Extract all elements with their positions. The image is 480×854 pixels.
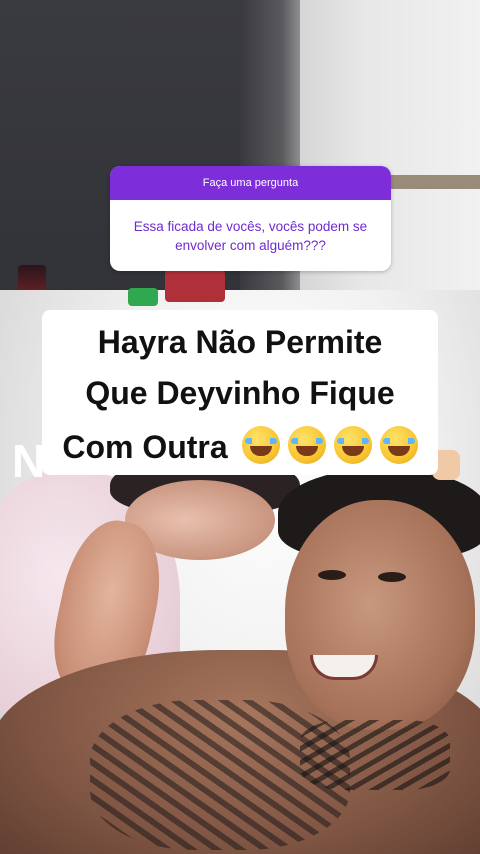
question-sticker[interactable]: Faça uma pergunta Essa ficada de vocês, …	[110, 166, 391, 271]
shelf	[380, 175, 480, 189]
caption-overlay: Hayra Não Permite Que Deyvinho Fique Com…	[42, 310, 438, 475]
caption-line-3: Com Outra	[62, 429, 228, 465]
laughing-emoji-icon	[379, 426, 418, 464]
emoji-row	[234, 426, 418, 466]
eye-right	[378, 572, 406, 582]
red-box	[165, 270, 225, 302]
laughing-emoji-icon	[333, 426, 372, 464]
neck-tattoo	[300, 720, 450, 790]
person-face-2	[285, 500, 475, 730]
question-text: Essa ficada de vocês, vocês podem se env…	[133, 218, 368, 253]
caption-line-2: Que Deyvinho Fique	[85, 375, 395, 411]
laughing-emoji-icon	[287, 426, 326, 464]
eye-left	[318, 570, 346, 580]
partial-overlay-letter: N	[12, 435, 46, 487]
caption-line-1: Hayra Não Permite	[97, 324, 383, 360]
green-box	[128, 288, 158, 306]
caption-line-3-wrap: Com Outra	[42, 426, 438, 466]
laughing-emoji-icon	[241, 426, 280, 464]
question-sticker-header: Faça uma pergunta	[110, 166, 391, 200]
